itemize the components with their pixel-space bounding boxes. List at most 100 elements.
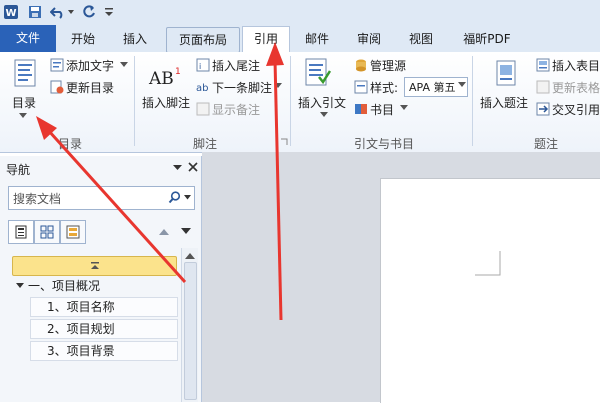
undo-icon[interactable] (49, 3, 67, 21)
group-divider (290, 56, 291, 146)
footnote-group-label: 脚注 (192, 137, 217, 151)
customize-toolbar-icon[interactable] (103, 3, 115, 21)
add-text-button[interactable]: 添加文字 (66, 57, 114, 74)
toc-button[interactable]: 目录 (12, 94, 36, 111)
insert-caption-icon[interactable] (494, 58, 520, 88)
tree-item-heading-2[interactable]: 3、项目背景 (30, 341, 178, 361)
tab-foxit-pdf[interactable]: 福昕PDF (452, 27, 522, 51)
style-label: 样式: (370, 81, 399, 95)
group-divider (472, 56, 473, 146)
insert-citation-icon[interactable] (303, 57, 333, 89)
redo-icon[interactable] (80, 3, 98, 21)
bibliography-icon (354, 102, 368, 116)
show-notes-icon (196, 102, 210, 116)
insert-endnote-icon: i (196, 58, 210, 72)
tab-browse-results[interactable] (60, 220, 86, 244)
cross-reference-button[interactable]: 交叉引用 (552, 101, 600, 118)
chevron-down-icon[interactable] (458, 82, 466, 88)
search-icon[interactable] (167, 190, 181, 204)
show-notes-button[interactable]: 显示备注 (212, 101, 260, 118)
insert-citation-button[interactable]: 插入引文 (298, 94, 346, 111)
tab-page-layout[interactable]: 页面布局 (166, 27, 240, 53)
insert-endnote-button[interactable]: 插入尾注 (212, 57, 260, 74)
previous-heading-icon[interactable] (158, 226, 170, 236)
headings-icon (15, 225, 27, 239)
caption-group-label: 题注 (533, 137, 558, 151)
svg-text:AB: AB (148, 69, 174, 88)
word-icon[interactable]: W (2, 3, 20, 21)
scroll-up-icon[interactable] (185, 252, 195, 259)
results-icon (66, 225, 80, 239)
collapse-triangle-icon[interactable] (16, 283, 24, 289)
chevron-down-icon[interactable] (320, 112, 328, 118)
add-text-icon (50, 58, 64, 72)
next-footnote-button[interactable]: 下一条脚注 (212, 79, 272, 96)
dialog-launcher-icon[interactable] (280, 138, 288, 146)
tree-item-heading-2[interactable]: 1、项目名称 (30, 297, 178, 317)
style-icon (354, 80, 368, 94)
svg-text:W: W (5, 8, 16, 19)
tree-item-label: 2、项目规划 (47, 322, 115, 336)
tab-file[interactable]: 文件 (0, 25, 56, 52)
tab-view[interactable]: 视图 (398, 27, 444, 51)
style-select-value: APA 第五 (409, 81, 456, 94)
insert-table-of-figures-button[interactable]: 插入表目 (552, 57, 600, 74)
manage-sources-icon (354, 58, 368, 72)
insert-footnote-button[interactable]: 插入脚注 (142, 94, 190, 111)
tree-item-label: 3、项目背景 (47, 344, 115, 358)
ribbon-tabs: 文件 开始 插入 页面布局 引用 邮件 审阅 视图 福昕PDF (0, 25, 600, 53)
update-table-icon (536, 80, 550, 94)
insert-caption-button[interactable]: 插入题注 (480, 94, 528, 111)
pages-grid-icon (40, 225, 54, 239)
cross-reference-icon (536, 102, 550, 116)
toc-group-label: 目录 (57, 137, 82, 151)
search-placeholder: 搜索文档 (13, 192, 62, 206)
tab-mailings[interactable]: 邮件 (294, 27, 340, 51)
tree-item-heading-1[interactable]: 一、项目概况 (16, 277, 176, 295)
tree-item-label: 1、项目名称 (47, 300, 115, 314)
chevron-down-icon[interactable] (183, 194, 191, 200)
chevron-down-icon[interactable] (120, 62, 128, 68)
tab-browse-pages[interactable] (34, 220, 60, 244)
tab-review[interactable]: 审阅 (346, 27, 392, 51)
update-toc-button[interactable]: 更新目录 (66, 79, 114, 96)
next-heading-icon[interactable] (180, 226, 192, 236)
quick-access-toolbar: W (0, 0, 600, 26)
chevron-down-icon[interactable] (400, 105, 408, 111)
save-icon[interactable] (26, 3, 44, 21)
tab-home[interactable]: 开始 (60, 27, 106, 51)
citation-group-label: 引文与书目 (353, 137, 414, 151)
navigation-header: 导航 (0, 156, 201, 180)
table-of-contents-icon[interactable] (12, 58, 38, 88)
pane-options-icon[interactable] (172, 164, 182, 172)
svg-text:1: 1 (175, 67, 181, 77)
chevron-down-icon[interactable] (18, 112, 28, 120)
scroll-thumb[interactable] (184, 262, 197, 400)
update-table-button[interactable]: 更新表格 (552, 79, 600, 96)
ribbon: 目录 添加文字 更新目录 目录 AB 1 插入脚注 i 插入尾注 ab 下一条脚注… (0, 52, 600, 153)
margin-corner-mark (475, 251, 501, 276)
group-divider (134, 56, 135, 146)
close-icon[interactable] (187, 161, 199, 173)
undo-dropdown-icon[interactable] (66, 3, 76, 21)
tab-references[interactable]: 引用 (242, 26, 290, 53)
svg-text:i: i (199, 62, 201, 71)
tree-item-heading-2[interactable]: 2、项目规划 (30, 319, 178, 339)
collapse-icon (90, 262, 99, 269)
next-footnote-icon: ab (196, 80, 210, 94)
bibliography-button[interactable]: 书目 (370, 101, 394, 118)
tab-insert[interactable]: 插入 (110, 27, 160, 51)
insert-footnote-icon[interactable]: AB 1 (148, 62, 182, 90)
insert-table-of-figures-icon (536, 58, 550, 72)
search-input[interactable]: 搜索文档 (8, 186, 195, 210)
tree-item-label: 一、项目概况 (28, 279, 101, 293)
collapse-all-bar[interactable] (12, 256, 177, 276)
manage-sources-button[interactable]: 管理源 (370, 57, 406, 74)
update-toc-icon (50, 80, 64, 94)
vertical-scrollbar[interactable] (181, 248, 198, 402)
tab-browse-headings[interactable] (8, 220, 34, 244)
document-page[interactable] (380, 178, 600, 403)
svg-text:ab: ab (196, 83, 208, 94)
chevron-down-icon[interactable] (274, 83, 282, 89)
navigation-title: 导航 (6, 163, 31, 177)
